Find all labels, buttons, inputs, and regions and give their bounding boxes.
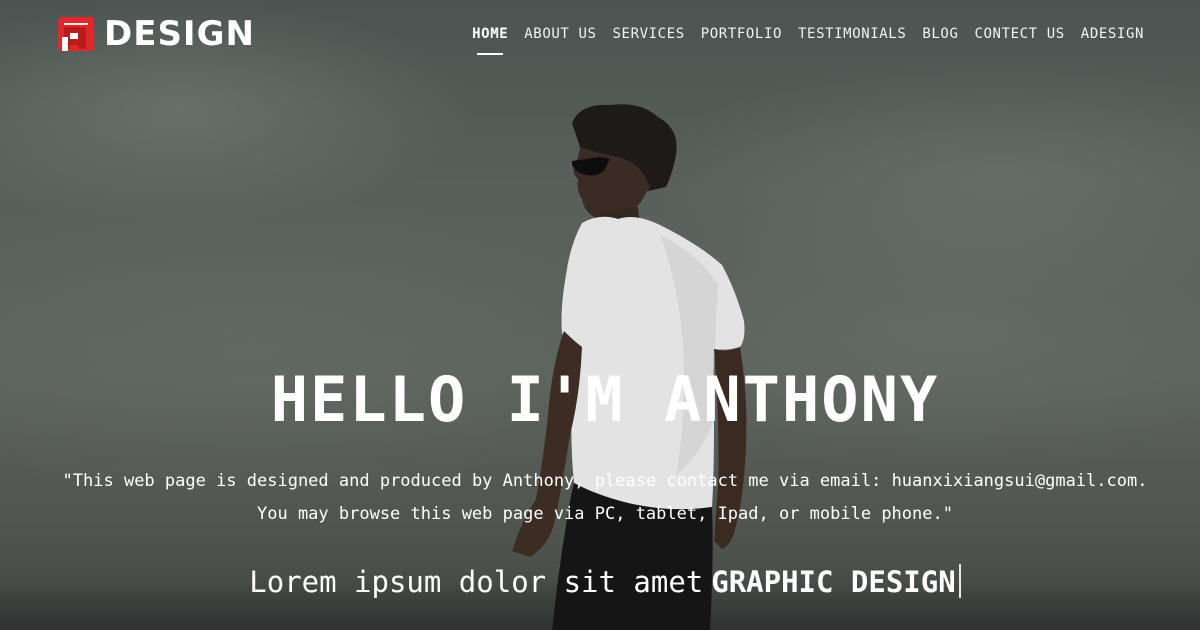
nav-item-adesign[interactable]: ADESIGN <box>1073 24 1152 44</box>
site-logo[interactable]: DESIGN <box>58 14 255 54</box>
tagline-typed-text: GRAPHIC DESIGN <box>711 565 956 599</box>
hero-quote: "This web page is designed and produced … <box>0 465 1200 531</box>
logo-text: DESIGN <box>104 14 255 54</box>
nav-item-home[interactable]: HOME <box>464 24 516 44</box>
hero-tagline: Lorem ipsum dolor sit amet GRAPHIC DESIGN <box>0 562 1200 602</box>
nav-item-blog[interactable]: BLOG <box>914 24 966 44</box>
hero-quote-line-1: "This web page is designed and produced … <box>62 471 1148 491</box>
typing-cursor <box>958 564 961 598</box>
tagline-prefix: Lorem ipsum dolor sit amet <box>249 565 704 599</box>
hero-background-image <box>0 0 1200 630</box>
nav-item-about-us[interactable]: ABOUT US <box>516 24 604 44</box>
main-navigation: HOME ABOUT US SERVICES PORTFOLIO TESTIMO… <box>464 24 1152 44</box>
letter-a-logo-icon <box>58 17 94 51</box>
hero-title: HELLO I'M ANTHONY <box>270 363 940 436</box>
nav-item-testimonials[interactable]: TESTIMONIALS <box>790 24 914 44</box>
nav-item-services[interactable]: SERVICES <box>605 24 693 44</box>
nav-item-portfolio[interactable]: PORTFOLIO <box>693 24 790 44</box>
hero-quote-line-2: You may browse this web page via PC, tab… <box>257 504 953 524</box>
nav-item-contact-us[interactable]: CONTECT US <box>967 24 1073 44</box>
